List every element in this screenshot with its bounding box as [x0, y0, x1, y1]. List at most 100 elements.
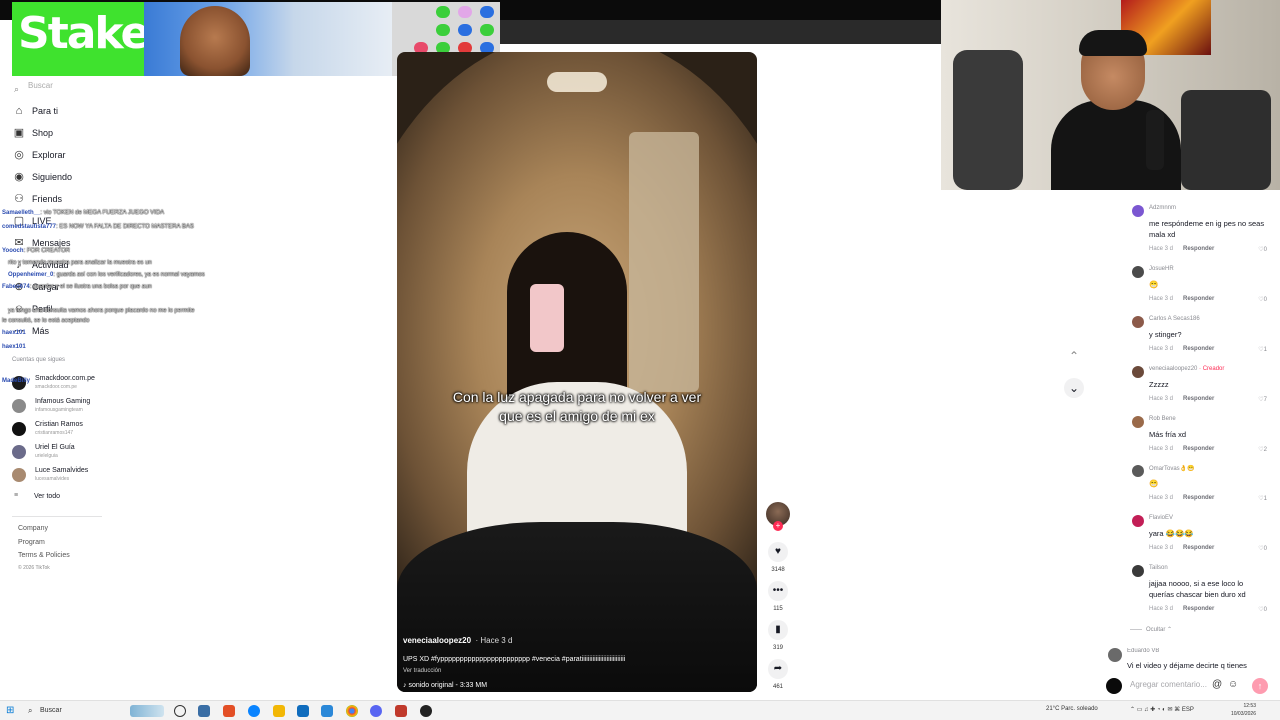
avatar[interactable] [1132, 515, 1144, 527]
avatar[interactable] [1132, 316, 1144, 328]
share-button[interactable]: ➦ [768, 659, 788, 679]
app-icon[interactable] [395, 705, 407, 717]
video-sound[interactable]: ♪ sonido original - 3:33 MM [403, 682, 743, 689]
avatar[interactable] [1132, 465, 1144, 477]
chat-msg: : FOR CREATOR [23, 248, 71, 254]
comment-like[interactable]: ♡0 [1258, 246, 1267, 253]
comment-button[interactable]: ••• [768, 581, 788, 601]
sidebar-item-siguiendo[interactable]: ◉ Siguiendo [10, 166, 160, 188]
followed-account[interactable]: Luce Samalvides lucesamalvides [12, 465, 212, 487]
comment-like[interactable]: ♡7 [1258, 396, 1267, 403]
task-view-icon[interactable] [174, 705, 186, 717]
comment-count: 115 [773, 606, 783, 612]
sidebar-item-label: Shop [32, 128, 54, 138]
comment-meta: Hace 3 d Responder [1149, 396, 1214, 402]
translate-link[interactable]: Ver traducción [403, 668, 743, 674]
reply-button[interactable]: Responder [1183, 346, 1214, 352]
app-icon[interactable] [223, 705, 235, 717]
send-button[interactable]: ↑ [1252, 678, 1268, 694]
obs-icon[interactable] [420, 705, 432, 717]
followed-account[interactable]: Infamous Gaming infamousgamingteam [12, 396, 212, 418]
reply-button[interactable]: Responder [1183, 545, 1214, 551]
chat-user: haex101 [2, 330, 26, 336]
widget-thumbnail[interactable] [130, 705, 164, 717]
reply-button[interactable]: Responder [1183, 296, 1214, 302]
avatar[interactable] [1132, 416, 1144, 428]
weather-widget[interactable]: 21°C Parc. soleado [1046, 706, 1098, 712]
footer-copyright: © 2026 TikTok [18, 565, 50, 571]
chat-line: Oppenheimer_0: guarda así con los verifi… [8, 272, 205, 278]
comment-like[interactable]: ♡0 [1258, 296, 1267, 303]
sidebar-item-shop[interactable]: ▣ Shop [10, 122, 160, 144]
comment-like[interactable]: ♡1 [1258, 346, 1267, 353]
see-all-link[interactable]: ≡ Ver todo [12, 492, 162, 506]
sidebar-item-para-ti[interactable]: ⌂ Para ti [10, 100, 160, 122]
emoji-icon[interactable]: ☺ [1228, 679, 1238, 690]
comment-author[interactable]: Carlos A Secas186 [1149, 316, 1200, 322]
followed-account[interactable]: Cristian Ramos cristianramos147 [12, 419, 212, 441]
comment-author[interactable]: Tailson [1149, 565, 1168, 571]
comment-author[interactable]: veneciaaloopez20 [1149, 366, 1197, 372]
comment-like[interactable]: ♡2 [1258, 446, 1267, 453]
comment-author[interactable]: Adzmnnm [1149, 205, 1176, 211]
comment-author[interactable]: OmarTovas👌😁 [1149, 465, 1195, 472]
edge-icon[interactable] [248, 705, 260, 717]
discord-icon[interactable] [370, 705, 382, 717]
comment-author[interactable]: Eduardo VB [1127, 648, 1159, 654]
avatar[interactable] [1132, 565, 1144, 577]
comment-input[interactable]: Agregar comentario... [1130, 680, 1207, 689]
video-author[interactable]: veneciaaloopez20 [403, 636, 471, 645]
reply-button[interactable]: Responder [1183, 396, 1214, 402]
reply-button[interactable]: Responder [1183, 446, 1214, 452]
like-button[interactable]: ♥ [768, 542, 788, 562]
app-icon[interactable] [321, 705, 333, 717]
follow-plus-icon[interactable]: + [773, 521, 783, 531]
reply-button[interactable]: Responder [1183, 495, 1214, 501]
store-icon[interactable] [297, 705, 309, 717]
account-name: Cristian Ramos [35, 421, 83, 428]
comment-author[interactable]: JosueHR [1149, 266, 1174, 272]
comment-like[interactable]: ♡1 [1258, 495, 1267, 502]
avatar[interactable] [1132, 366, 1144, 378]
chrome-icon[interactable] [346, 705, 358, 717]
followed-account[interactable]: Uriel El Guía urielelguia [12, 442, 212, 464]
comment-icon: ••• [772, 585, 784, 596]
comment-like[interactable]: ♡0 [1258, 545, 1267, 552]
taskbar-search[interactable]: ⌕ Buscar [26, 704, 126, 718]
chat-line: rito y tomando muestra para analizar la … [8, 260, 152, 266]
next-video-button[interactable]: ⌄ [1064, 378, 1084, 398]
footer-company[interactable]: Company [18, 525, 48, 532]
prev-video-button[interactable]: ⌃ [1064, 346, 1084, 366]
video-player[interactable]: Con la luz apagada para no volver a ver … [397, 52, 757, 692]
footer-terms[interactable]: Terms & Policies [18, 552, 70, 559]
video-caption-overlay: Con la luz apagada para no volver a ver … [397, 388, 757, 426]
search-input[interactable]: ⌕ Buscar [10, 78, 110, 94]
chat-msg: rito y tomando muestra para analizar la … [8, 260, 152, 266]
comment-author[interactable]: FlavioEV [1149, 515, 1173, 521]
hide-replies-button[interactable]: Ocultar ⌃ [1130, 626, 1172, 633]
avatar [12, 399, 26, 413]
reply-button[interactable]: Responder [1183, 606, 1214, 612]
avatar[interactable] [1108, 648, 1122, 662]
system-tray[interactable]: ⌃ ▭ ♫ ✚ ◔ ◐ ✉ ⌘ ESP [1130, 706, 1194, 713]
windows-start-icon[interactable]: ⊞ [6, 705, 14, 716]
chat-user: comedstautista777 [2, 224, 57, 230]
comment-like[interactable]: ♡0 [1258, 606, 1267, 613]
save-count: 319 [772, 645, 783, 651]
hide-label: Ocultar ⌃ [1146, 627, 1173, 633]
clock[interactable]: 12:53 10/03/2026 [1220, 702, 1256, 718]
reply-button[interactable]: Responder [1183, 246, 1214, 252]
comment-like-count: 0 [1263, 607, 1267, 613]
comment-meta: Hace 3 d Responder [1149, 606, 1214, 612]
avatar [1106, 678, 1122, 694]
comment-age: Hace 3 d [1149, 606, 1174, 612]
file-explorer-icon[interactable] [273, 705, 285, 717]
sidebar-item-explorar[interactable]: ◎ Explorar [10, 144, 160, 166]
avatar[interactable] [1132, 205, 1144, 217]
save-button[interactable]: ▮ [768, 620, 788, 640]
app-icon[interactable] [198, 705, 210, 717]
mention-icon[interactable]: @ [1212, 679, 1222, 690]
comment-author[interactable]: Rob Bene [1149, 416, 1176, 422]
avatar[interactable] [1132, 266, 1144, 278]
footer-program[interactable]: Program [18, 539, 45, 546]
